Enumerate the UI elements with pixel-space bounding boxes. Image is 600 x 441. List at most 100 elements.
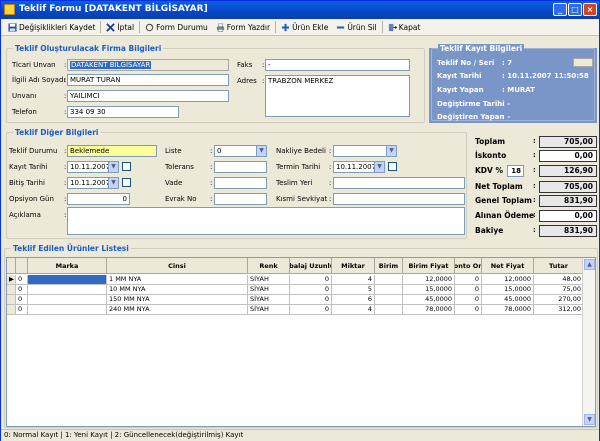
tolerance-field[interactable] <box>214 161 267 173</box>
status-field[interactable]: Beklemede <box>67 145 157 157</box>
brand-cell[interactable] <box>28 275 107 285</box>
phone-field[interactable]: 334 09 30 <box>67 106 179 118</box>
scroll-down-icon[interactable]: ▼ <box>584 414 595 425</box>
discount-cell[interactable]: 0 <box>455 275 482 285</box>
quantity-cell[interactable]: 4 <box>332 275 375 285</box>
position-field[interactable]: YAILIMCI <box>67 90 229 102</box>
form-status-button[interactable]: Form Durumu <box>141 20 212 35</box>
option-days-field[interactable]: 0 <box>67 193 130 205</box>
unit-price-cell[interactable]: 78,0000 <box>403 305 455 315</box>
color-cell[interactable]: SİYAH <box>248 285 290 295</box>
brand-cell[interactable] <box>28 295 107 305</box>
scroll-up-icon[interactable]: ▲ <box>584 259 595 270</box>
cancel-button[interactable]: İptal <box>102 20 138 35</box>
close-button[interactable]: Kapat <box>384 20 425 35</box>
amount-cell[interactable]: 270,00 <box>534 295 584 305</box>
close-window-button[interactable]: × <box>583 3 597 16</box>
chevron-down-icon[interactable]: ▼ <box>108 162 118 172</box>
type-cell[interactable]: 1 MM NYA <box>107 275 248 285</box>
net-price-cell[interactable]: 15,0000 <box>482 285 534 295</box>
unit-cell[interactable] <box>375 285 403 295</box>
amount-cell[interactable]: 75,00 <box>534 285 584 295</box>
unit-cell[interactable] <box>375 295 403 305</box>
end-date-checkbox[interactable] <box>122 178 131 187</box>
vertical-scrollbar[interactable]: ▲ ▼ <box>582 258 595 426</box>
column-header-net-price[interactable]: Net Fiyat <box>482 258 534 274</box>
unit-price-cell[interactable]: 15,0000 <box>403 285 455 295</box>
shipping-cost-select[interactable]: ▼ <box>333 145 397 157</box>
column-header-color[interactable]: Renk <box>248 258 290 274</box>
pack-cell[interactable]: 0 <box>290 295 332 305</box>
received-payment-field[interactable]: 0,00 <box>539 210 597 222</box>
table-row[interactable]: 0 10 MM NYA SİYAH 0 5 15,0000 0 15,0000 … <box>7 285 595 295</box>
pack-cell[interactable]: 0 <box>290 285 332 295</box>
chevron-down-icon[interactable]: ▼ <box>256 146 266 156</box>
column-header-discount-rate[interactable]: İskonto Oranı <box>455 258 482 274</box>
column-header-unit[interactable]: Birim <box>375 258 403 274</box>
discount-cell[interactable]: 0 <box>455 305 482 315</box>
rec-date-field[interactable]: 10.11.2007 ▼ <box>67 161 119 173</box>
pack-cell[interactable]: 0 <box>290 275 332 285</box>
type-cell[interactable]: 240 MM NYA <box>107 305 248 315</box>
discount-cell[interactable]: 0 <box>455 295 482 305</box>
column-header-amount[interactable]: Tutar <box>534 258 584 274</box>
column-header-brand[interactable]: Marka <box>28 258 107 274</box>
discount-cell[interactable]: 0 <box>455 285 482 295</box>
rec-date-checkbox[interactable] <box>122 162 131 171</box>
column-header-type[interactable]: Cinsi <box>107 258 248 274</box>
net-price-cell[interactable]: 78,0000 <box>482 305 534 315</box>
column-header-unit-price[interactable]: Birim Fiyat <box>403 258 455 274</box>
maximize-button[interactable]: □ <box>568 3 582 16</box>
print-form-button[interactable]: Form Yazdır <box>212 20 274 35</box>
delete-product-button[interactable]: Ürün Sil <box>332 20 380 35</box>
delivery-place-field[interactable] <box>333 177 465 189</box>
unit-cell[interactable] <box>375 305 403 315</box>
discount-field[interactable]: 0,00 <box>539 150 597 162</box>
amount-cell[interactable]: 48,00 <box>534 275 584 285</box>
address-field[interactable]: TRABZON MERKEZ <box>265 75 410 117</box>
doc-no-field[interactable] <box>214 193 267 205</box>
color-cell[interactable]: SİYAH <box>248 275 290 285</box>
quantity-cell[interactable]: 4 <box>332 305 375 315</box>
quantity-cell[interactable]: 5 <box>332 285 375 295</box>
unit-price-cell[interactable]: 12,0000 <box>403 275 455 285</box>
table-row[interactable]: 0 150 MM NYA SİYAH 0 6 45,0000 0 45,0000… <box>7 295 595 305</box>
quantity-cell[interactable]: 6 <box>332 295 375 305</box>
series-field[interactable] <box>573 58 593 67</box>
net-price-cell[interactable]: 45,0000 <box>482 295 534 305</box>
minimize-button[interactable]: _ <box>553 3 567 16</box>
title-bar[interactable]: Teklif Formu [DATAKENT BİLGİSAYAR] _ □ × <box>1 1 599 19</box>
contact-field[interactable]: MURAT TURAN <box>67 74 229 86</box>
color-cell[interactable]: SİYAH <box>248 305 290 315</box>
note-field[interactable] <box>67 207 465 235</box>
net-price-cell[interactable]: 12,0000 <box>482 275 534 285</box>
brand-cell[interactable] <box>28 305 107 315</box>
term-field[interactable] <box>214 177 267 189</box>
unit-price-cell[interactable]: 45,0000 <box>403 295 455 305</box>
amount-cell[interactable]: 312,00 <box>534 305 584 315</box>
trade-title-field[interactable]: DATAKENT BİLGİSAYAR <box>67 59 229 71</box>
column-header-quantity[interactable]: Miktar <box>332 258 375 274</box>
add-product-button[interactable]: Ürün Ekle <box>277 20 332 35</box>
end-date-field[interactable]: 10.11.2007 ▼ <box>67 177 119 189</box>
type-cell[interactable]: 10 MM NYA <box>107 285 248 295</box>
fax-field[interactable]: - <box>265 59 410 71</box>
vat-rate-field[interactable]: 18 <box>507 165 524 177</box>
table-row[interactable]: ▶ 0 1 MM NYA SİYAH 0 4 12,0000 0 12,0000… <box>7 275 595 285</box>
chevron-down-icon[interactable]: ▼ <box>374 162 384 172</box>
partial-shipment-field[interactable] <box>333 193 465 205</box>
brand-cell[interactable] <box>28 285 107 295</box>
save-button[interactable]: Değişiklikleri Kaydet <box>4 20 99 35</box>
chevron-down-icon[interactable]: ▼ <box>108 178 118 188</box>
type-cell[interactable]: 150 MM NYA <box>107 295 248 305</box>
pack-cell[interactable]: 0 <box>290 305 332 315</box>
column-header-pack-length[interactable]: Ambalaj Uzunluğu <box>290 258 332 274</box>
list-select[interactable]: 0 ▼ <box>214 145 267 157</box>
color-cell[interactable]: SİYAH <box>248 295 290 305</box>
delivery-date-field[interactable]: 10.11.2007 ▼ <box>333 161 385 173</box>
delivery-date-checkbox[interactable] <box>388 162 397 171</box>
exit-door-icon <box>388 23 397 31</box>
table-row[interactable]: 0 240 MM NYA SİYAH 0 4 78,0000 0 78,0000… <box>7 305 595 315</box>
chevron-down-icon[interactable]: ▼ <box>386 146 396 156</box>
unit-cell[interactable] <box>375 275 403 285</box>
